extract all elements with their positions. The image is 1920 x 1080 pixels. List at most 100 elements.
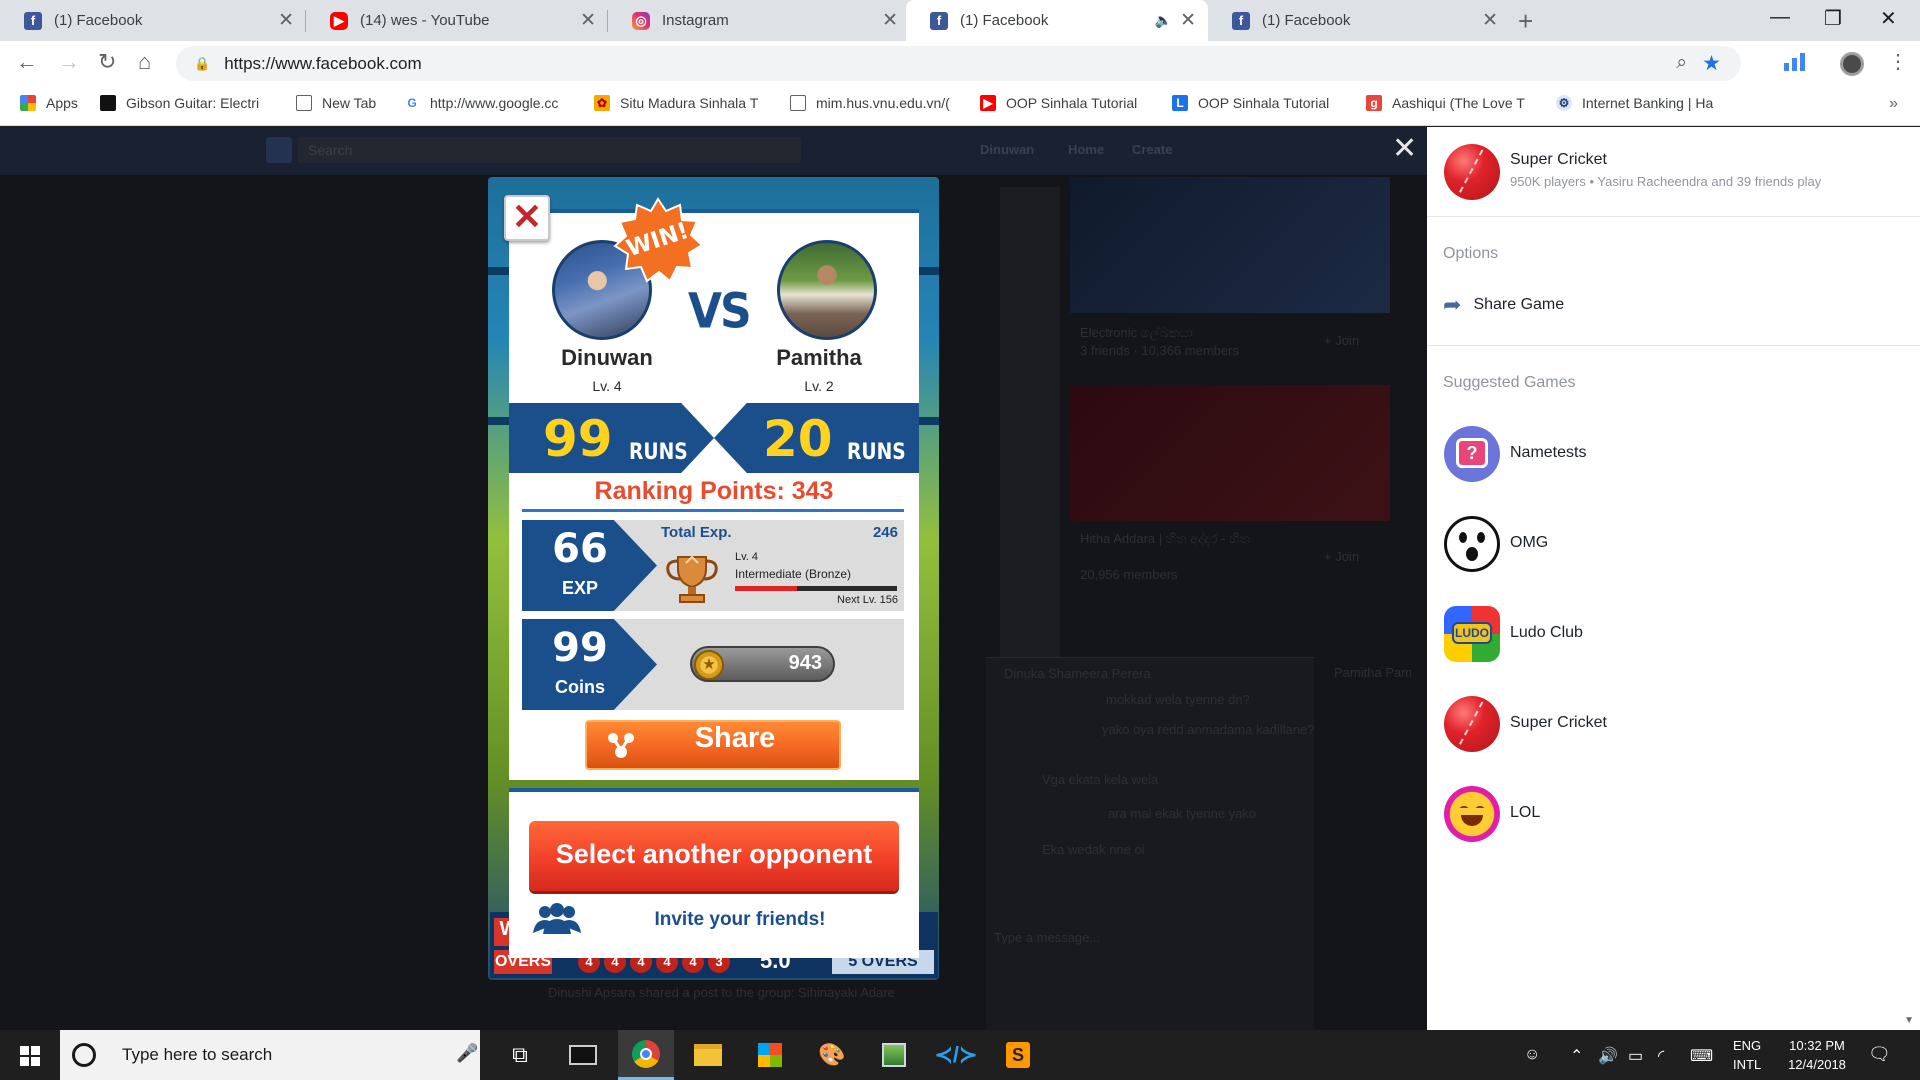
player1-runs: 99	[543, 410, 613, 468]
windows-taskbar: Type here to search 🎤 ⧉ 🎨 ≺/≻ S ☺ ⌃ 🔊 ▭ …	[0, 1030, 1920, 1080]
paint-app-icon[interactable]: 🎨	[804, 1030, 860, 1080]
battery-icon[interactable]: ▭	[1628, 1046, 1643, 1066]
nametests-icon[interactable]: ?	[1444, 426, 1500, 482]
share-button-label[interactable]: Share	[640, 722, 830, 755]
omg-icon[interactable]	[1444, 516, 1500, 572]
g-icon: g	[1366, 95, 1382, 111]
apps-grid-icon	[20, 95, 36, 111]
exp-label: EXP	[561, 578, 599, 598]
store-icon[interactable]	[742, 1030, 798, 1080]
clock-date: 12/4/2018	[1788, 1057, 1846, 1072]
game-title[interactable]: Super Cricket	[1510, 151, 1607, 169]
bookmark-apps[interactable]: Apps	[20, 95, 78, 111]
share-icon[interactable]	[605, 730, 635, 760]
ludo-club-icon[interactable]: LUDO	[1444, 606, 1500, 662]
url-text[interactable]: https://www.facebook.com	[224, 54, 421, 74]
new-tab-button[interactable]: +	[1518, 6, 1533, 37]
bookmark-aashiqui[interactable]: g Aashiqui (The Love T	[1366, 95, 1525, 111]
friends-icon[interactable]	[531, 903, 583, 935]
speaker-icon[interactable]: 🔈	[1155, 12, 1172, 29]
forward-arrow-icon[interactable]: →	[58, 49, 80, 75]
cortana-circle-icon[interactable]	[72, 1043, 96, 1067]
vscode-icon[interactable]: ≺/≻	[928, 1030, 984, 1080]
tab-instagram[interactable]: ◎ Instagram ✕	[608, 0, 910, 41]
image-app-icon[interactable]	[866, 1030, 922, 1080]
maximize-icon[interactable]: ❐	[1824, 6, 1842, 31]
share-game-button[interactable]: ➦ Share Game	[1443, 292, 1564, 318]
terminal-app-icon[interactable]	[555, 1030, 611, 1080]
bookmark-oop-l[interactable]: L OOP Sinhala Tutorial	[1172, 95, 1329, 111]
tab-facebook-active[interactable]: f (1) Facebook 🔈 ✕	[906, 0, 1208, 41]
lock-icon[interactable]: 🔒	[194, 56, 210, 72]
menu-dots-icon[interactable]: ⋮	[1888, 49, 1908, 74]
bookmark-label: Situ Madura Sinhala T	[620, 95, 759, 111]
keyboard-icon[interactable]: ⌨	[1690, 1046, 1713, 1066]
bookmark-situ-madura[interactable]: ✿ Situ Madura Sinhala T	[594, 95, 758, 111]
wifi-icon[interactable]: ◜	[1658, 1046, 1664, 1066]
youtube-icon: ▶	[330, 11, 348, 30]
bookmark-oop-youtube[interactable]: ▶ OOP Sinhala Tutorial	[980, 95, 1137, 111]
scroll-down-arrow-icon[interactable]: ▼	[1904, 1015, 1914, 1026]
youtube-icon: ▶	[980, 95, 996, 111]
facebook-icon: f	[24, 11, 42, 30]
tab-youtube[interactable]: ▶ (14) wes - YouTube ✕	[306, 0, 608, 41]
close-overlay-icon[interactable]: ✕	[1392, 134, 1417, 164]
close-tab-icon[interactable]: ✕	[580, 9, 596, 32]
suggested-game-name[interactable]: Super Cricket	[1510, 714, 1607, 732]
file-explorer-icon[interactable]	[680, 1030, 736, 1080]
bookmark-new-tab[interactable]: New Tab	[296, 95, 376, 111]
profile-avatar[interactable]	[1840, 52, 1864, 76]
game-subtitle: 950K players • Yasiru Racheendra and 39 …	[1510, 174, 1822, 189]
task-view-icon[interactable]: ⧉	[492, 1030, 548, 1080]
cricket-ball-icon[interactable]	[1444, 696, 1500, 752]
suggested-game-name[interactable]: Nametests	[1510, 444, 1586, 462]
back-arrow-icon[interactable]: ←	[16, 49, 38, 75]
bookmark-label: OOP Sinhala Tutorial	[1198, 95, 1330, 111]
volume-icon[interactable]: 🔊	[1598, 1046, 1618, 1066]
microphone-icon[interactable]: 🎤	[456, 1043, 478, 1064]
taskbar-clock[interactable]: 10:32 PM 12/4/2018	[1776, 1036, 1858, 1074]
zoom-icon[interactable]: ⌕	[1676, 52, 1687, 74]
close-tab-icon[interactable]: ✕	[1180, 9, 1196, 32]
analytics-extension-icon[interactable]	[1784, 53, 1805, 71]
bookmark-gibson[interactable]: Gibson Guitar: Electri	[100, 95, 259, 111]
bookmark-internet-banking[interactable]: ⚙ Internet Banking | Ha	[1556, 95, 1713, 111]
select-another-opponent-button[interactable]: Select another opponent	[529, 821, 899, 891]
bookmark-star-icon[interactable]: ★	[1702, 51, 1721, 76]
close-window-icon[interactable]: ✕	[1880, 6, 1897, 31]
suggested-game-name[interactable]: Ludo Club	[1510, 624, 1583, 642]
bookmark-mim-hus[interactable]: mim.hus.vnu.edu.vn/(	[790, 95, 950, 111]
bookmark-google[interactable]: G http://www.google.cc	[404, 95, 558, 111]
tab-facebook-3[interactable]: f (1) Facebook ✕	[1208, 0, 1510, 41]
close-result-button[interactable]: ✕	[504, 195, 550, 241]
show-hidden-icons-chevron-icon[interactable]: ⌃	[1570, 1046, 1583, 1066]
taskbar-search-input[interactable]: Type here to search	[60, 1030, 480, 1080]
suggested-game-name[interactable]: LOL	[1510, 804, 1540, 822]
close-tab-icon[interactable]: ✕	[1482, 9, 1498, 32]
home-icon[interactable]: ⌂	[138, 49, 151, 75]
close-tab-icon[interactable]: ✕	[278, 9, 294, 32]
notifications-icon[interactable]: 🗨	[1868, 1044, 1891, 1065]
windows-start-icon[interactable]	[20, 1046, 40, 1066]
lol-icon[interactable]	[1444, 786, 1500, 842]
cricket-ball-icon[interactable]	[1444, 144, 1500, 200]
close-tab-icon[interactable]: ✕	[882, 9, 898, 32]
people-icon[interactable]: ☺	[1524, 1046, 1540, 1064]
tab-strip: f (1) Facebook ✕ ▶ (14) wes - YouTube ✕ …	[0, 0, 1920, 41]
l-icon: L	[1172, 95, 1188, 111]
sublime-text-icon[interactable]: S	[990, 1030, 1046, 1080]
invite-friends-link[interactable]: Invite your friends!	[600, 909, 880, 931]
coin-total: 943	[788, 652, 822, 674]
reload-icon[interactable]: ↻	[98, 49, 116, 75]
join-button: + Join	[1324, 549, 1360, 564]
tab-facebook-1[interactable]: f (1) Facebook ✕	[0, 0, 306, 41]
more-bookmarks-icon[interactable]: »	[1889, 95, 1898, 113]
minimize-icon[interactable]: —	[1770, 6, 1790, 29]
language-indicator[interactable]: ENG INTL	[1733, 1036, 1761, 1074]
ranking-points: Ranking Points: 343	[594, 477, 834, 505]
chrome-app-icon[interactable]	[618, 1030, 674, 1080]
tab-title: (14) wes - YouTube	[360, 12, 490, 29]
address-bar[interactable]: 🔒 https://www.facebook.com ⌕ ★	[176, 46, 1741, 81]
player1-level: Lv. 4	[592, 378, 622, 394]
suggested-game-name[interactable]: OMG	[1510, 534, 1548, 552]
